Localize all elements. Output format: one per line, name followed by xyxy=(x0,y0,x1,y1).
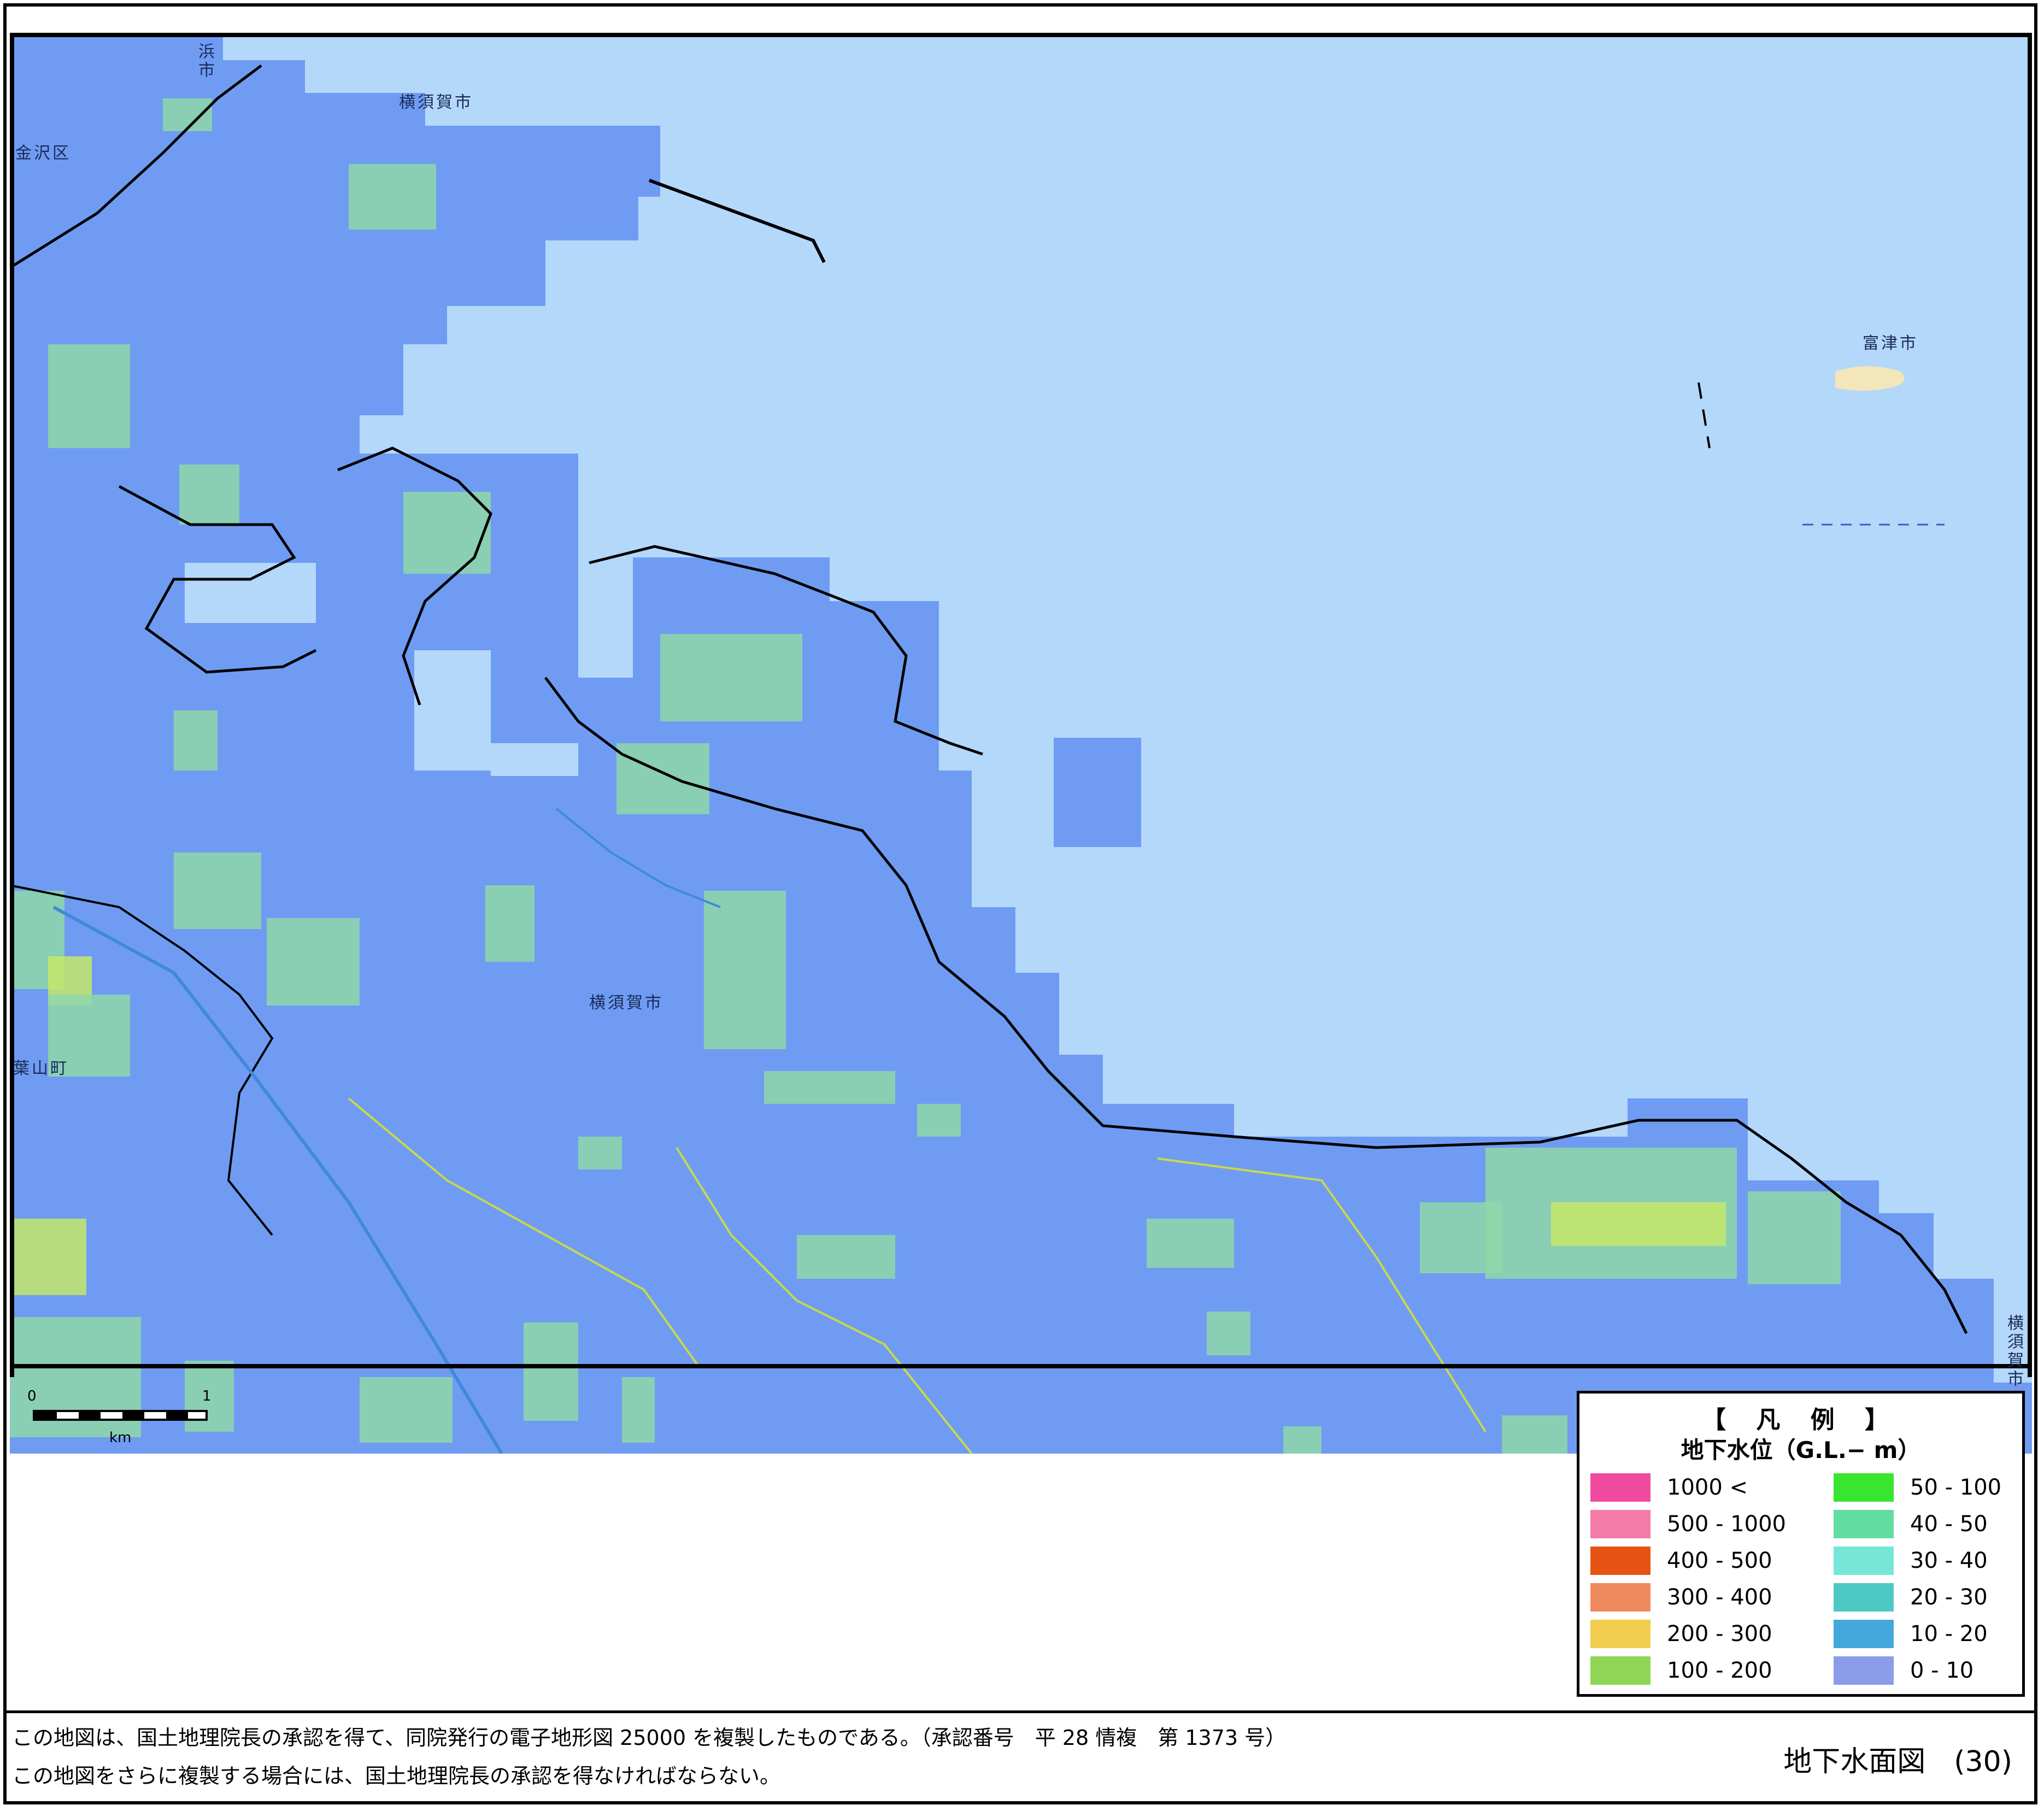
legend-swatch xyxy=(1834,1546,1894,1575)
legend-label: 30 - 40 xyxy=(1910,1548,1988,1573)
legend-item: 50 - 100 xyxy=(1834,1469,2001,1506)
right-neatline xyxy=(2028,33,2032,1377)
footer: この地図は、国土地理院長の承認を得て、同院発行の電子地形図 25000 を複製し… xyxy=(7,1710,2034,1805)
legend-item: 1000 < xyxy=(1590,1469,1786,1506)
groundwater-tile xyxy=(1502,1415,1567,1454)
label-yokosuka-north: 横須賀市 xyxy=(399,93,473,112)
legend-label: 40 - 50 xyxy=(1910,1511,1988,1537)
legend-item: 100 - 200 xyxy=(1590,1652,1786,1689)
groundwater-tile xyxy=(917,1104,961,1137)
legend-column-right: 50 - 100 40 - 50 30 - 40 20 - 30 10 - 20 0 - … xyxy=(1834,1469,2001,1689)
legend-label: 200 - 300 xyxy=(1667,1621,1772,1647)
legend-label: 20 - 30 xyxy=(1910,1584,1988,1610)
scale-bar-graphic xyxy=(33,1410,208,1421)
legend-item: 40 - 50 xyxy=(1834,1506,2001,1542)
legend-item: 20 - 30 xyxy=(1834,1579,2001,1615)
groundwater-tile xyxy=(174,852,261,929)
legend-title: 【 凡 例 】 xyxy=(1702,1406,1900,1434)
inner-bay-water xyxy=(491,743,578,776)
label-yokosuka-east: 横須賀市 xyxy=(2004,1314,2023,1389)
groundwater-tile xyxy=(1147,1219,1234,1268)
legend: 【 凡 例 】 地下水位（G.L.− m） 1000 < 500 - 1000 40… xyxy=(1577,1391,2025,1697)
legend-label: 400 - 500 xyxy=(1667,1548,1772,1573)
groundwater-tile xyxy=(48,344,130,448)
legend-column-left: 1000 < 500 - 1000 400 - 500 300 - 400 200 - … xyxy=(1590,1469,1786,1689)
left-neatline xyxy=(10,33,14,1377)
groundwater-tile xyxy=(622,1377,655,1443)
label-yokohama: 浜市 xyxy=(195,43,214,80)
legend-swatch xyxy=(1834,1509,1894,1538)
groundwater-tile xyxy=(1283,1426,1321,1454)
scale-zero: 0 xyxy=(27,1388,37,1404)
legend-item: 0 - 10 xyxy=(1834,1652,2001,1689)
legend-swatch xyxy=(1834,1656,1894,1685)
groundwater-tile xyxy=(1551,1202,1726,1246)
groundwater-tile xyxy=(349,164,436,230)
groundwater-tile xyxy=(578,1137,622,1169)
legend-label: 300 - 400 xyxy=(1667,1584,1772,1610)
legend-swatch xyxy=(1834,1473,1894,1502)
label-kanazawa: 金沢区 xyxy=(15,144,71,163)
groundwater-tile xyxy=(1420,1202,1502,1273)
legend-swatch xyxy=(1590,1619,1651,1648)
groundwater-tile xyxy=(524,1322,578,1421)
groundwater-tile xyxy=(1207,1312,1250,1355)
label-futtsu: 富津市 xyxy=(1863,334,1918,353)
legend-label: 500 - 1000 xyxy=(1667,1511,1787,1537)
legend-label: 0 - 10 xyxy=(1910,1657,1974,1683)
groundwater-tile xyxy=(163,98,212,131)
legend-swatch xyxy=(1834,1619,1894,1648)
legend-item: 200 - 300 xyxy=(1590,1615,1786,1652)
groundwater-tile xyxy=(797,1235,895,1279)
map-area[interactable] xyxy=(10,33,2032,1454)
top-neatline xyxy=(10,33,2032,37)
groundwater-tile xyxy=(616,743,709,814)
footer-reproduction-note: この地図をさらに複製する場合には、国土地理院長の承認を得なければならない。 xyxy=(12,1764,781,1788)
island-sarushima xyxy=(1054,738,1141,847)
scale-unit: km xyxy=(109,1430,132,1446)
groundwater-tile xyxy=(10,1219,86,1295)
legend-item: 10 - 20 xyxy=(1834,1615,2001,1652)
groundwater-tile xyxy=(764,1071,895,1104)
legend-item: 400 - 500 xyxy=(1590,1542,1786,1579)
legend-swatch xyxy=(1590,1509,1651,1538)
footer-approval-text: この地図は、国土地理院長の承認を得て、同院発行の電子地形図 25000 を複製し… xyxy=(12,1726,1287,1750)
legend-subtitle: 地下水位（G.L.− m） xyxy=(1681,1437,1921,1463)
groundwater-tile xyxy=(660,634,802,721)
map-sheet-title: 地下水面図 (30) xyxy=(1783,1745,2012,1778)
groundwater-tile xyxy=(704,891,786,1049)
harbor-water xyxy=(414,650,491,771)
legend-swatch xyxy=(1590,1656,1651,1685)
groundwater-tile xyxy=(179,464,239,525)
legend-item: 300 - 400 xyxy=(1590,1579,1786,1615)
legend-swatch xyxy=(1590,1546,1651,1575)
groundwater-tile xyxy=(174,710,218,771)
groundwater-tile xyxy=(1748,1191,1841,1284)
groundwater-tile xyxy=(485,885,535,962)
legend-label: 50 - 100 xyxy=(1910,1474,2002,1500)
groundwater-tile xyxy=(403,492,491,574)
legend-item: 30 - 40 xyxy=(1834,1542,2001,1579)
legend-label: 100 - 200 xyxy=(1667,1657,1772,1683)
scale-bar: 0 1 km xyxy=(22,1388,219,1446)
legend-swatch xyxy=(1590,1583,1651,1612)
legend-swatch xyxy=(1590,1473,1651,1502)
legend-label: 10 - 20 xyxy=(1910,1621,1988,1647)
label-yokosuka-center: 横須賀市 xyxy=(589,993,663,1013)
groundwater-tile xyxy=(267,918,360,1006)
legend-swatch xyxy=(1834,1583,1894,1612)
groundwater-tile xyxy=(360,1377,453,1443)
legend-label: 1000 < xyxy=(1667,1474,1748,1500)
port-water xyxy=(185,563,316,623)
legend-item: 500 - 1000 xyxy=(1590,1506,1786,1542)
scale-one: 1 xyxy=(202,1388,212,1404)
label-hayama: 葉山町 xyxy=(13,1059,69,1078)
map-canvas xyxy=(10,33,2032,1454)
